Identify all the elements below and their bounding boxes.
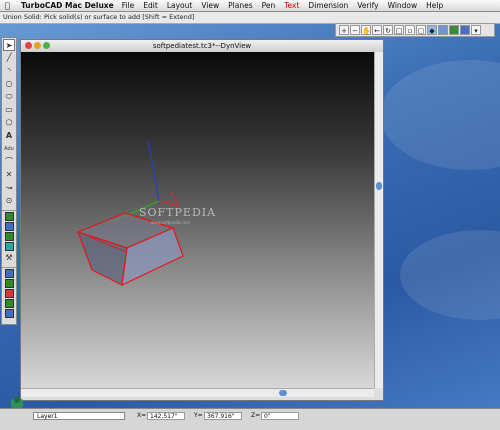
horizontal-scrollbar[interactable]: [21, 388, 374, 397]
subtract-icon[interactable]: [4, 279, 14, 288]
apple-menu-icon[interactable]: : [5, 1, 15, 10]
section-icon[interactable]: [4, 299, 14, 308]
horizontal-scroll-thumb[interactable]: [279, 390, 287, 396]
y-label: Y=: [194, 412, 203, 419]
render-tool-icon[interactable]: [4, 309, 14, 318]
revolve-icon[interactable]: [4, 232, 14, 241]
layer-select[interactable]: Layer1: [33, 412, 125, 420]
menu-help[interactable]: Help: [426, 1, 443, 10]
scene-svg: [76, 139, 184, 287]
zoom-in-icon[interactable]: +: [339, 25, 349, 35]
minimize-icon[interactable]: [34, 42, 41, 49]
fillet-icon[interactable]: ⌒: [3, 156, 15, 168]
app-menu[interactable]: TurboCAD Mac Deluxe: [21, 1, 114, 10]
watermark-sub: www.softpedia.com: [151, 220, 191, 225]
wireframe-icon[interactable]: [438, 25, 448, 35]
text-icon[interactable]: A: [3, 130, 15, 142]
status-bar: Layer1 X= 142.517" Y= 367.916" Z= 0": [0, 408, 500, 430]
options-icon[interactable]: ▾: [471, 25, 481, 35]
arc-icon[interactable]: ◝: [3, 65, 15, 77]
pointer-icon[interactable]: ➤: [3, 39, 15, 51]
dimension-icon[interactable]: Adu: [3, 143, 15, 155]
menu-window[interactable]: Window: [388, 1, 418, 10]
rectangle-icon[interactable]: ▭: [3, 104, 15, 116]
z-coordinate[interactable]: 0": [261, 412, 299, 420]
close-icon[interactable]: [25, 42, 32, 49]
hand-icon[interactable]: ✋: [361, 25, 371, 35]
circle-icon[interactable]: ○: [3, 78, 15, 90]
menu-file[interactable]: File: [122, 1, 135, 10]
iso-view-icon[interactable]: ◆: [427, 25, 437, 35]
top-view-icon[interactable]: ▫: [405, 25, 415, 35]
menu-edit[interactable]: Edit: [143, 1, 158, 10]
menu-verify[interactable]: Verify: [357, 1, 378, 10]
tool-palette: ➤ ╱ ◝ ○ ⬭ ▭ ⬠ A Adu ⌒ ✕ ↝ ⊙ ⚒: [1, 37, 17, 325]
vertical-scroll-thumb[interactable]: [376, 182, 382, 190]
rotate-icon[interactable]: ↻: [383, 25, 393, 35]
menu-layout[interactable]: Layout: [167, 1, 193, 10]
back-icon[interactable]: ←: [372, 25, 382, 35]
ellipse-icon[interactable]: ⬭: [3, 91, 15, 103]
pipe-icon[interactable]: ⚒: [3, 252, 15, 264]
extrude-icon[interactable]: [4, 222, 14, 231]
menu-dimension[interactable]: Dimension: [308, 1, 348, 10]
render-icon[interactable]: [460, 25, 470, 35]
x-label: X=: [137, 412, 147, 419]
z-axis: [147, 139, 160, 202]
watermark: SOFTPEDIA: [139, 206, 217, 219]
view-toolbar: + − ✋ ← ↻ □ ▫ ▢ ◆ ▾: [335, 23, 495, 37]
front-view-icon[interactable]: □: [394, 25, 404, 35]
zoom-icon[interactable]: [43, 42, 50, 49]
z-label: Z=: [251, 412, 261, 419]
snap-icon[interactable]: ⊙: [3, 195, 15, 207]
drawing-window: softpediatest.tc3*--DynView SOFTPEDIA ww…: [20, 39, 384, 401]
union-icon[interactable]: [4, 269, 14, 278]
polygon-icon[interactable]: ⬠: [3, 117, 15, 129]
shaded-icon[interactable]: [449, 25, 459, 35]
intersect-icon[interactable]: [4, 289, 14, 298]
vertical-scrollbar[interactable]: [374, 52, 383, 388]
menu-bar:  TurboCAD Mac Deluxe File Edit Layout V…: [0, 0, 500, 12]
window-title: softpediatest.tc3*--DynView: [152, 42, 252, 50]
x-coordinate[interactable]: 142.517": [147, 412, 185, 420]
menu-pen[interactable]: Pen: [262, 1, 276, 10]
zoom-out-icon[interactable]: −: [350, 25, 360, 35]
extend-icon[interactable]: ↝: [3, 182, 15, 194]
drawing-viewport[interactable]: SOFTPEDIA www.softpedia.com: [21, 52, 374, 388]
sweep-icon[interactable]: [4, 242, 14, 251]
y-coordinate[interactable]: 367.916": [204, 412, 242, 420]
menu-text[interactable]: Text: [284, 1, 299, 10]
line-icon[interactable]: ╱: [3, 52, 15, 64]
menu-planes[interactable]: Planes: [228, 1, 252, 10]
trim-icon[interactable]: ✕: [3, 169, 15, 181]
side-view-icon[interactable]: ▢: [416, 25, 426, 35]
menu-view[interactable]: View: [201, 1, 219, 10]
box-icon[interactable]: [4, 212, 14, 221]
